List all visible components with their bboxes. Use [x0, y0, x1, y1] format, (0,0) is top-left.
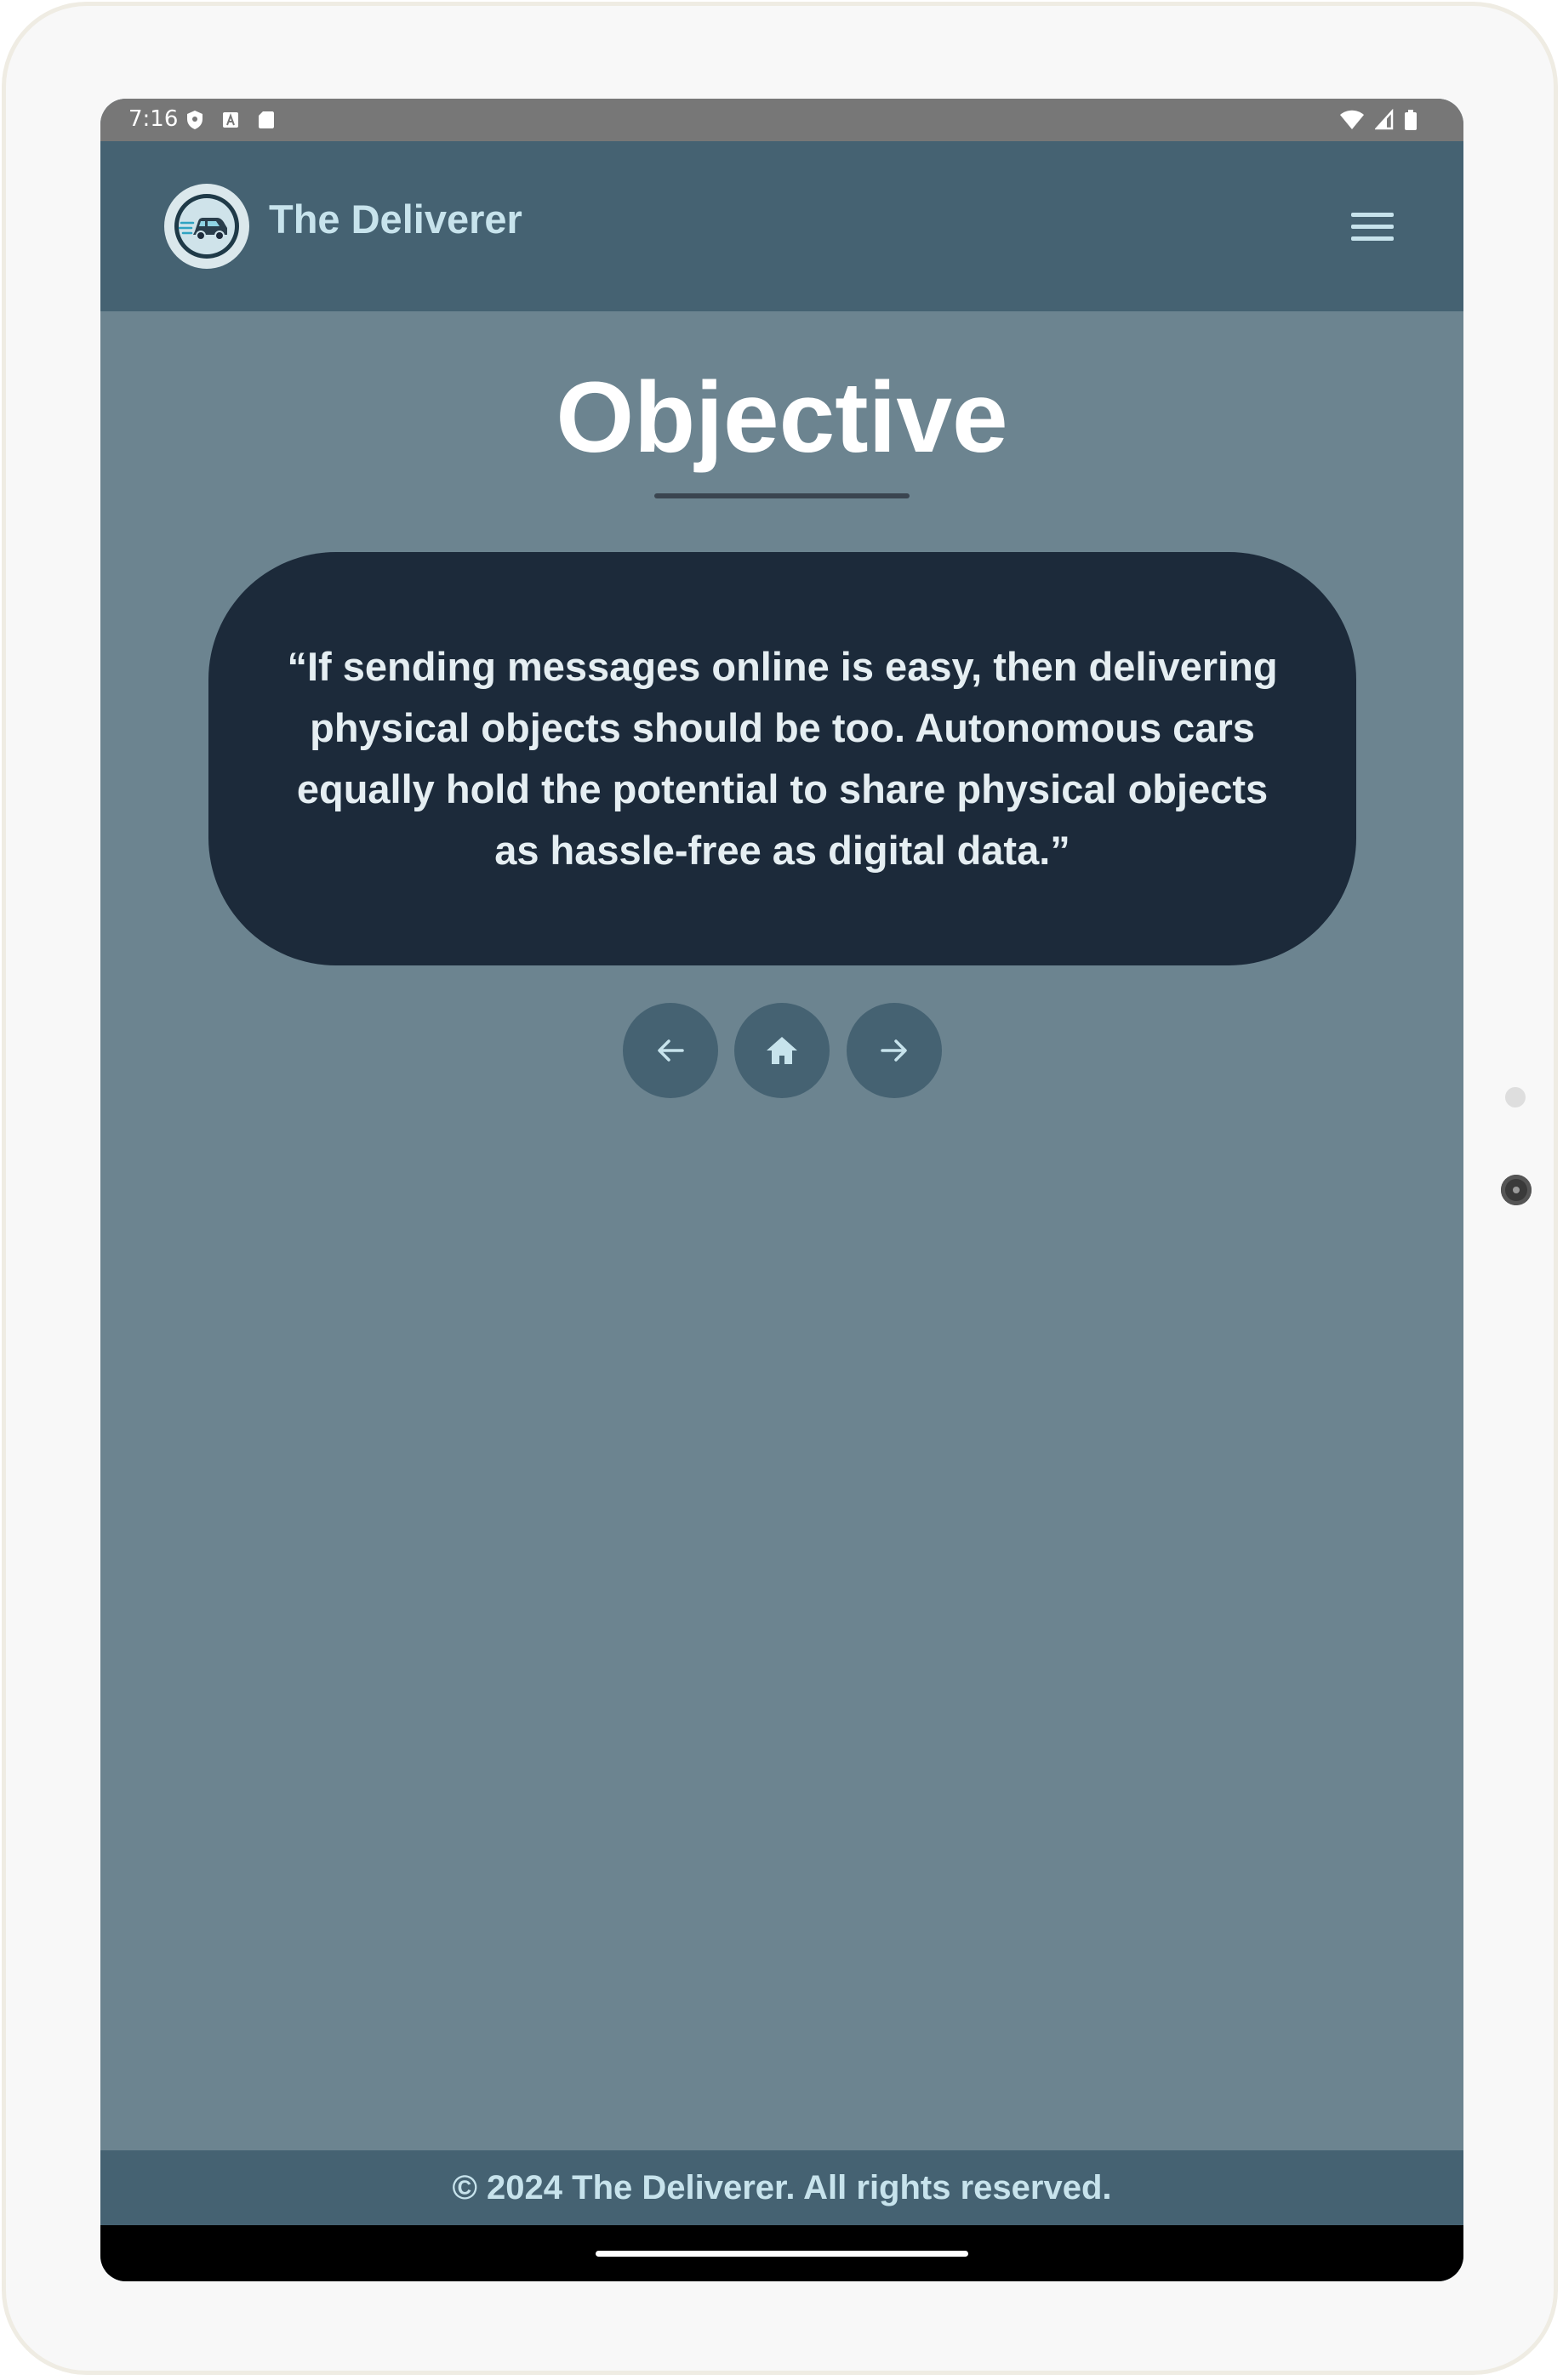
- status-icons-left: [185, 109, 276, 131]
- arrow-right-icon: [881, 1039, 907, 1062]
- front-camera: [1501, 1175, 1532, 1205]
- shield-icon: [187, 111, 203, 129]
- cell-signal-icon: [1375, 109, 1394, 130]
- brand-name[interactable]: The Deliverer: [269, 196, 522, 242]
- quote-text: “If sending messages online is easy, the…: [287, 644, 1278, 873]
- screen: 7:16 The Deliverer Objective “If sending…: [100, 99, 1463, 2281]
- battery-icon: [1405, 110, 1417, 130]
- quote-card: “If sending messages online is easy, the…: [208, 552, 1356, 965]
- hamburger-menu-icon[interactable]: [1351, 201, 1394, 252]
- home-icon: [767, 1037, 797, 1064]
- title-underline: [654, 493, 910, 498]
- status-bar: 7:16: [100, 99, 1463, 141]
- page-footer: © 2024 The Deliverer. All rights reserve…: [100, 2150, 1463, 2225]
- next-button[interactable]: [847, 1003, 942, 1098]
- wifi-icon: [1340, 110, 1364, 129]
- previous-button[interactable]: [623, 1003, 718, 1098]
- gesture-nav-bar: [100, 2225, 1463, 2281]
- home-button[interactable]: [734, 1003, 830, 1098]
- app-header: The Deliverer: [100, 141, 1463, 311]
- menu-line: [1351, 224, 1394, 229]
- status-time: 7:16: [128, 106, 179, 132]
- copyright-text: © 2024 The Deliverer. All rights reserve…: [452, 2168, 1112, 2206]
- delivery-car-logo-icon[interactable]: [164, 184, 249, 269]
- logo-graphic: [174, 194, 239, 259]
- arrow-left-icon: [658, 1039, 684, 1062]
- status-icons-right: [1339, 109, 1418, 131]
- sd-card-icon: [259, 111, 274, 128]
- menu-line: [1351, 236, 1394, 241]
- gesture-handle[interactable]: [596, 2251, 968, 2257]
- menu-line: [1351, 212, 1394, 217]
- sensor-dot: [1505, 1087, 1526, 1107]
- a-badge-icon: [223, 112, 238, 128]
- page-title: Objective: [556, 362, 1008, 474]
